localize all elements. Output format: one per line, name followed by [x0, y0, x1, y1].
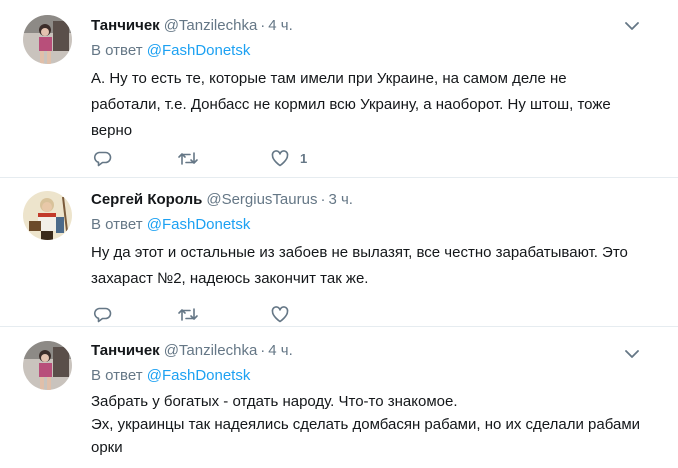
tweet-actions: 1	[91, 148, 391, 168]
separator-dot: ·	[260, 17, 266, 34]
reply-icon	[93, 307, 112, 322]
timestamp[interactable]: 3 ч.	[328, 191, 353, 208]
retweet-button[interactable]	[177, 148, 199, 168]
avatar[interactable]	[23, 15, 72, 64]
reply-prefix: В ответ	[91, 367, 143, 384]
retweet-button[interactable]	[177, 304, 199, 324]
chevron-down-icon[interactable]	[624, 18, 640, 34]
reply-to-link[interactable]: @FashDonetsk	[147, 216, 251, 233]
display-name[interactable]: Танчичек	[91, 342, 160, 359]
retweet-icon	[178, 307, 198, 321]
reply-context: В ответ @FashDonetsk	[91, 215, 250, 235]
display-name[interactable]: Сергей Король	[91, 191, 202, 208]
retweet-icon	[178, 151, 198, 165]
tweet-text: А. Ну то есть те, которые там имели при …	[91, 66, 666, 144]
tweet-text: Ну да этот и остальные из забоев не выла…	[91, 240, 666, 292]
tweet-header: Сергей Король @SergiusTaurus · 3 ч.	[91, 190, 353, 210]
reply-button[interactable]	[93, 148, 112, 168]
reply-prefix: В ответ	[91, 216, 143, 233]
tweet-text-line: орки	[91, 439, 123, 456]
tweet-header: Танчичек @Tanzilechka · 4 ч.	[91, 16, 293, 36]
user-handle[interactable]: @Tanzilechka	[164, 342, 258, 359]
tweet[interactable]: Танчичек @Tanzilechka · 4 ч. В ответ @FashD…	[0, 0, 678, 177]
reply-to-link[interactable]: @FashDonetsk	[147, 367, 251, 384]
separator-dot: ·	[260, 342, 266, 359]
avatar[interactable]	[23, 191, 72, 240]
tweet-header: Танчичек @Tanzilechka · 4 ч.	[91, 341, 293, 361]
reply-context: В ответ @FashDonetsk	[91, 366, 250, 386]
tweet-text-line: Забрать у богатых - отдать народу. Что-т…	[91, 393, 458, 410]
tweet[interactable]: Танчичек @Tanzilechka · 4 ч. В ответ @FashD…	[0, 327, 678, 468]
reply-to-link[interactable]: @FashDonetsk	[147, 42, 251, 59]
chevron-down-icon[interactable]	[624, 346, 640, 362]
timestamp[interactable]: 4 ч.	[268, 17, 293, 34]
tweet-actions	[91, 304, 391, 324]
tweet-text-line: работали, т.е. Донбасс не кормил всю Укр…	[91, 96, 611, 113]
user-handle[interactable]: @SergiusTaurus	[206, 191, 317, 208]
tweet-text-line: Ну да этот и остальные из забоев не выла…	[91, 244, 628, 261]
avatar[interactable]	[23, 341, 72, 390]
like-button[interactable]: 1	[270, 148, 307, 168]
tweet-text-line: Эх, украинцы так надеялись сделать домба…	[91, 416, 641, 433]
separator-dot: ·	[320, 191, 326, 208]
like-button[interactable]	[270, 304, 300, 324]
tweet-feed: Танчичек @Tanzilechka · 4 ч. В ответ @FashD…	[0, 0, 678, 468]
tweet[interactable]: Сергей Король @SergiusTaurus · 3 ч. В ответ…	[0, 178, 678, 326]
user-handle[interactable]: @Tanzilechka	[164, 17, 258, 34]
tweet-text-line: захараст №2, надеюсь закончит так же.	[91, 270, 369, 287]
tweet-text-line: верно	[91, 122, 133, 139]
tweet-text-line: А. Ну то есть те, которые там имели при …	[91, 70, 567, 87]
reply-icon	[93, 151, 112, 166]
timestamp[interactable]: 4 ч.	[268, 342, 293, 359]
reply-button[interactable]	[93, 304, 112, 324]
reply-prefix: В ответ	[91, 42, 143, 59]
display-name[interactable]: Танчичек	[91, 17, 160, 34]
like-icon	[271, 149, 289, 166]
like-icon	[271, 305, 289, 322]
like-count: 1	[300, 150, 308, 166]
tweet-text: Забрать у богатых - отдать народу. Что-т…	[91, 390, 666, 459]
reply-context: В ответ @FashDonetsk	[91, 41, 250, 61]
